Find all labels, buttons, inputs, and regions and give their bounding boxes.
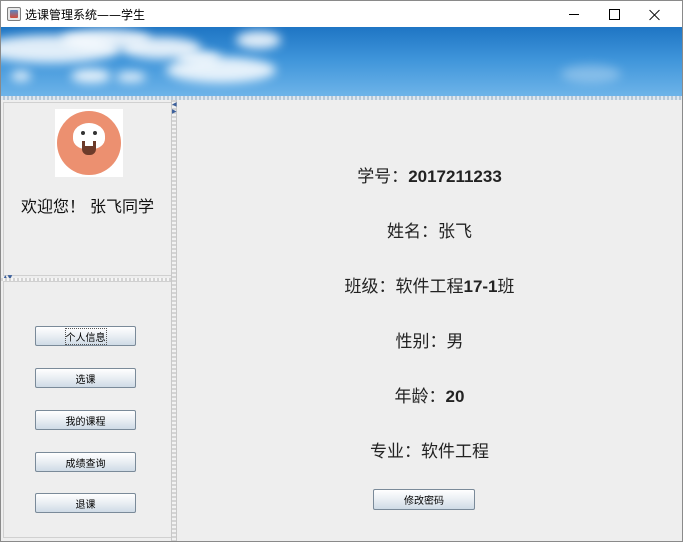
minimize-icon	[569, 13, 579, 15]
gender-label: 性别：	[395, 332, 447, 352]
sidebar: 欢迎您！ 张飞同学 ▲▼ 个人信息 选课 我的课程 成绩查询 退课	[1, 100, 172, 541]
splitter-arrows-icon[interactable]: ◀ ▶	[172, 101, 177, 115]
user-info-panel: 欢迎您！ 张飞同学	[3, 102, 172, 276]
personal-info-label: 个人信息	[64, 327, 107, 345]
personal-info-button[interactable]: 个人信息	[35, 326, 136, 346]
student-id-row: 学号：2017211233	[177, 162, 682, 187]
avatar	[55, 109, 123, 177]
nav-panel: 个人信息 选课 我的课程 成绩查询 退课	[3, 281, 172, 538]
student-id-value: 2017211233	[408, 167, 502, 186]
class-row: 班级：软件工程17-1班	[177, 272, 682, 297]
class-value-number: 17-1	[463, 277, 498, 296]
app-window: 选课管理系统——学生 欢迎您！ 张飞同学 个人信息 选课 我的课程 成绩查询 退…	[0, 0, 683, 542]
close-button[interactable]	[634, 1, 674, 27]
window-title: 选课管理系统——学生	[25, 8, 146, 22]
maximize-button[interactable]	[594, 1, 634, 27]
minimize-button[interactable]	[554, 1, 594, 27]
name-label: 姓名：	[387, 222, 438, 242]
name-row: 姓名：张飞	[177, 217, 682, 242]
age-row: 年龄：20	[177, 382, 682, 407]
drop-course-label: 退课	[75, 499, 96, 511]
major-value: 软件工程	[421, 442, 489, 462]
class-value-suffix: 班	[497, 277, 515, 297]
student-id-label: 学号：	[357, 167, 409, 187]
class-value-prefix: 软件工程	[395, 277, 464, 297]
gender-row: 性别：男	[177, 327, 682, 352]
class-label: 班级：	[344, 277, 396, 297]
close-icon	[649, 9, 660, 20]
drop-course-button[interactable]: 退课	[35, 493, 136, 513]
sky-banner-image	[1, 27, 682, 99]
welcome-text: 欢迎您！ 张飞同学	[20, 197, 155, 216]
change-password-button[interactable]: 修改密码	[373, 489, 475, 510]
grade-query-label: 成绩查询	[65, 458, 106, 470]
gender-value: 男	[446, 332, 464, 352]
grade-query-button[interactable]: 成绩查询	[35, 452, 136, 472]
profile-panel: 学号：2017211233 姓名：张飞 班级：软件工程17-1班 性别：男 年龄…	[177, 100, 682, 541]
select-course-label: 选课	[75, 374, 96, 386]
select-course-button[interactable]: 选课	[35, 368, 136, 388]
title-bar: 选课管理系统——学生	[1, 1, 682, 27]
my-courses-label: 我的课程	[65, 416, 106, 428]
name-value: 张飞	[438, 222, 472, 242]
major-label: 专业：	[370, 442, 421, 462]
age-label: 年龄：	[394, 387, 446, 407]
age-value: 20	[445, 387, 465, 406]
my-courses-button[interactable]: 我的课程	[35, 410, 136, 430]
major-row: 专业：软件工程	[177, 437, 682, 462]
java-cup-icon	[7, 7, 21, 21]
maximize-icon	[608, 8, 620, 20]
